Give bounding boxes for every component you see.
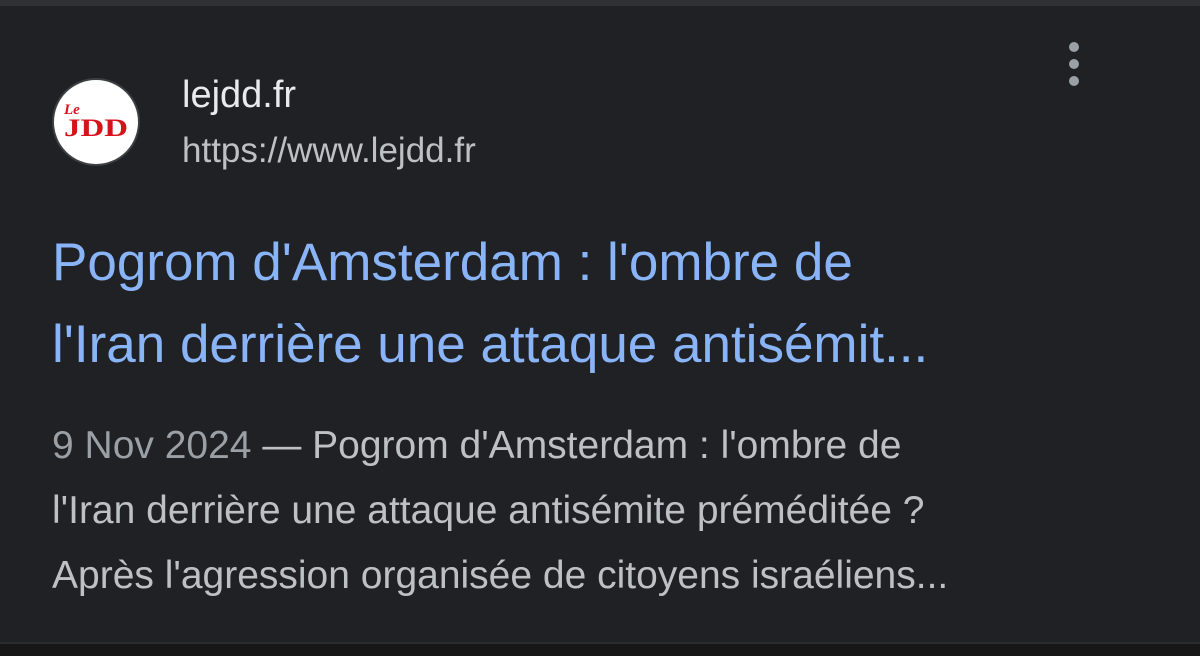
more-vert-icon-dot: [1069, 59, 1079, 69]
le-jdd-logo-icon: Le JDD: [52, 78, 140, 166]
snippet-separator: —: [251, 424, 313, 467]
search-result-card[interactable]: Le JDD lejdd.fr https://www.lejdd.fr Pog…: [0, 6, 1200, 642]
favicon-text-main: JDD: [64, 115, 128, 142]
result-site-header[interactable]: Le JDD lejdd.fr https://www.lejdd.fr: [52, 72, 1162, 182]
site-url: https://www.lejdd.fr: [182, 131, 476, 170]
result-snippet: 9 Nov 2024 — Pogrom d'Amsterdam : l'ombr…: [52, 413, 1172, 608]
more-vert-icon-dot: [1069, 76, 1079, 86]
snippet-line: l'Iran derrière une attaque antisémite p…: [52, 489, 925, 532]
snippet-line: 9 Nov 2024 — Pogrom d'Amsterdam : l'ombr…: [52, 413, 1172, 478]
result-title-link[interactable]: Pogrom d'Amsterdam : l'ombre de l'Iran d…: [52, 222, 1162, 386]
result-title-line: l'Iran derrière une attaque antisémit...: [52, 315, 929, 374]
bottom-divider: [0, 642, 1200, 656]
more-vert-icon-dot: [1069, 42, 1079, 52]
result-title-line: Pogrom d'Amsterdam : l'ombre de: [52, 233, 853, 292]
search-results-screen: Le JDD lejdd.fr https://www.lejdd.fr Pog…: [0, 0, 1200, 656]
more-options-button[interactable]: [1056, 36, 1092, 92]
snippet-date: 9 Nov 2024: [52, 424, 252, 467]
snippet-line: Après l'agression organisée de citoyens …: [52, 554, 949, 597]
snippet-text: Pogrom d'Amsterdam : l'ombre de: [312, 424, 902, 467]
site-name: lejdd.fr: [182, 74, 297, 116]
